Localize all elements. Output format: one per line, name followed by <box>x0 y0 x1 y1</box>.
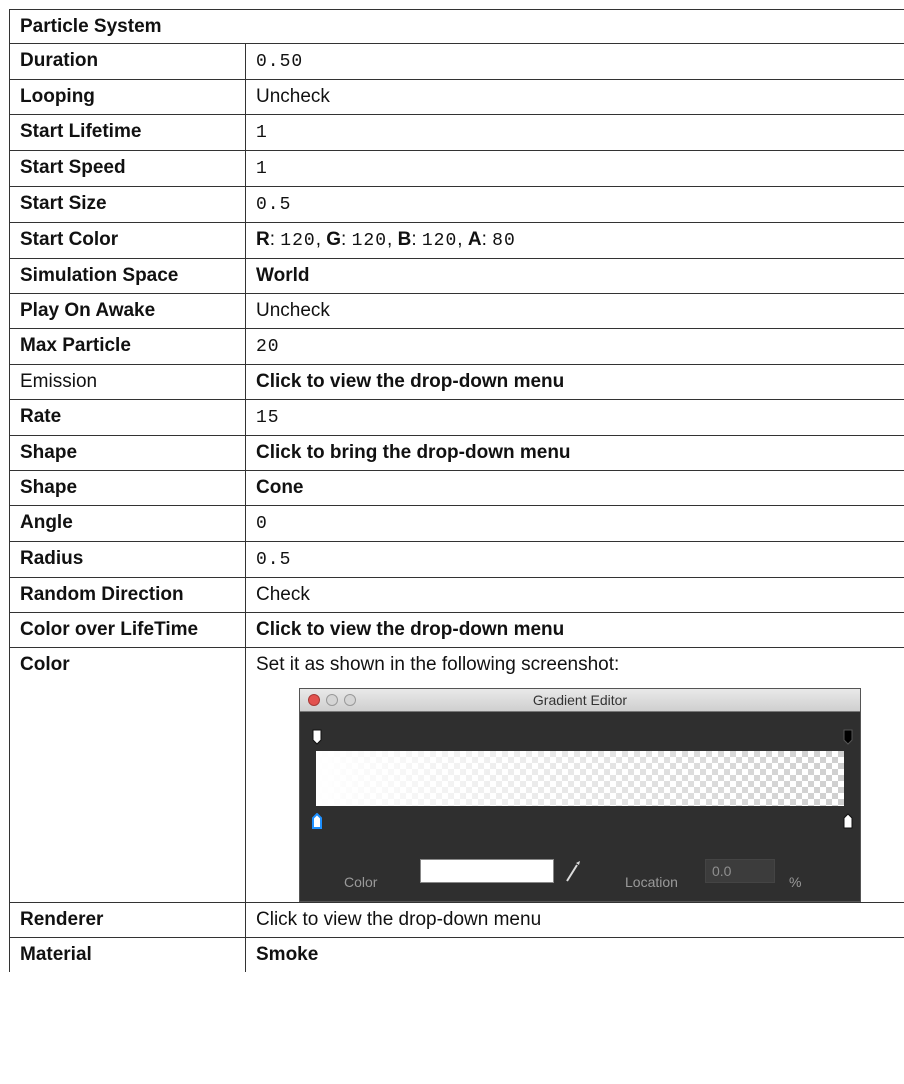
row-label: Duration <box>10 44 246 79</box>
row-label: Shape <box>10 436 246 470</box>
row-value: 1 <box>246 115 904 150</box>
value-text: 1 <box>256 123 268 143</box>
row-value: 0.5 <box>246 187 904 222</box>
value-text: 1 <box>256 159 268 179</box>
row-value: 0 <box>246 506 904 541</box>
value-text: 0.50 <box>256 52 304 72</box>
zoom-icon[interactable] <box>344 694 356 706</box>
g-value: 120 <box>351 231 388 251</box>
row-label: Looping <box>10 80 246 114</box>
table-row: Material Smoke <box>10 938 904 972</box>
table-row: Renderer Click to view the drop-down men… <box>10 903 904 938</box>
table-row: Max Particle 20 <box>10 329 904 365</box>
a-value: 80 <box>492 231 516 251</box>
row-value: Click to view the drop-down menu <box>256 619 565 640</box>
a-label: A <box>467 229 482 250</box>
alpha-marker-end-icon[interactable] <box>843 729 853 745</box>
alpha-marker-start-icon[interactable] <box>312 729 322 745</box>
table-row: Radius 0.5 <box>10 542 904 578</box>
table-row: Color over LifeTime Click to view the dr… <box>10 613 904 648</box>
particle-system-table: Particle System Duration 0.50 Looping Un… <box>9 9 904 972</box>
row-value: 20 <box>246 329 904 364</box>
table-row: Emission Click to view the drop-down men… <box>10 365 904 400</box>
location-label: Location <box>625 874 678 890</box>
value-text: 20 <box>256 337 280 357</box>
b-label: B <box>397 229 412 250</box>
gradient-ramp[interactable] <box>316 751 844 806</box>
row-label: Renderer <box>10 903 246 937</box>
row-value: 1 <box>246 151 904 186</box>
close-icon[interactable] <box>308 694 320 706</box>
row-value: Click to view the drop-down menu <box>256 371 565 392</box>
table-row: Looping Uncheck <box>10 80 904 115</box>
gradient-editor-titlebar: Gradient Editor <box>300 689 860 712</box>
row-label: Emission <box>10 365 246 399</box>
r-label: R <box>256 229 270 250</box>
row-label: Max Particle <box>10 329 246 364</box>
row-label: Angle <box>10 506 246 541</box>
row-value: Click to bring the drop-down menu <box>256 442 571 463</box>
row-value: Click to view the drop-down menu <box>256 909 542 930</box>
row-label: Play On Awake <box>10 294 246 328</box>
row-value: 0.50 <box>246 44 904 79</box>
table-row: Angle 0 <box>10 506 904 542</box>
gradient-editor-window: Gradient Editor Color Location 0.0 % <box>299 688 861 902</box>
row-value: R: 120, G: 120, B: 120, A: 80 <box>256 229 516 251</box>
row-label: Color over LifeTime <box>10 613 246 647</box>
table-row: Simulation Space World <box>10 259 904 294</box>
table-row: Rate 15 <box>10 400 904 436</box>
row-value: Set it as shown in the following screens… <box>246 648 904 902</box>
color-swatch[interactable] <box>420 859 554 883</box>
row-label: Material <box>10 938 246 972</box>
location-input[interactable]: 0.0 <box>705 859 775 883</box>
row-value: 15 <box>246 400 904 435</box>
row-value: Smoke <box>256 944 319 965</box>
table-row: Color Set it as shown in the following s… <box>10 648 904 903</box>
table-row: Start Lifetime 1 <box>10 115 904 151</box>
row-value: Check <box>256 584 310 605</box>
value-text: 0 <box>256 514 268 534</box>
value-text: 0.5 <box>256 550 292 570</box>
table-row: Start Speed 1 <box>10 151 904 187</box>
color-instruction: Set it as shown in the following screens… <box>256 654 620 675</box>
row-label: Color <box>10 648 246 902</box>
color-marker-start-icon[interactable] <box>312 813 322 829</box>
gradient-editor-title: Gradient Editor <box>532 692 628 708</box>
g-label: G <box>326 229 342 250</box>
table-row: Random Direction Check <box>10 578 904 613</box>
r-value: 120 <box>280 231 316 251</box>
value-text: 0.5 <box>256 195 292 215</box>
row-value: 0.5 <box>246 542 904 577</box>
row-label: Simulation Space <box>10 259 246 293</box>
row-label: Random Direction <box>10 578 246 612</box>
eyedropper-icon[interactable] <box>564 859 582 883</box>
b-value: 120 <box>421 231 458 251</box>
row-label: Start Size <box>10 187 246 222</box>
table-row: Start Size 0.5 <box>10 187 904 223</box>
row-label: Shape <box>10 471 246 505</box>
table-row: Shape Click to bring the drop-down menu <box>10 436 904 471</box>
table-row: Shape Cone <box>10 471 904 506</box>
row-label: Start Lifetime <box>10 115 246 150</box>
color-marker-end-icon[interactable] <box>843 813 853 829</box>
row-label: Start Color <box>10 223 246 258</box>
row-label: Rate <box>10 400 246 435</box>
row-value: Cone <box>256 477 304 498</box>
table-row: Start Color R: 120, G: 120, B: 120, A: 8… <box>10 223 904 259</box>
row-value: Uncheck <box>256 86 330 107</box>
table-row: Duration 0.50 <box>10 44 904 80</box>
row-value: World <box>256 265 310 286</box>
minimize-icon[interactable] <box>326 694 338 706</box>
row-label: Radius <box>10 542 246 577</box>
row-label: Start Speed <box>10 151 246 186</box>
percent-label: % <box>789 874 802 890</box>
value-text: 15 <box>256 408 280 428</box>
table-row: Play On Awake Uncheck <box>10 294 904 329</box>
color-label: Color <box>344 874 378 890</box>
row-value: Uncheck <box>256 300 330 321</box>
table-header: Particle System <box>10 10 904 44</box>
